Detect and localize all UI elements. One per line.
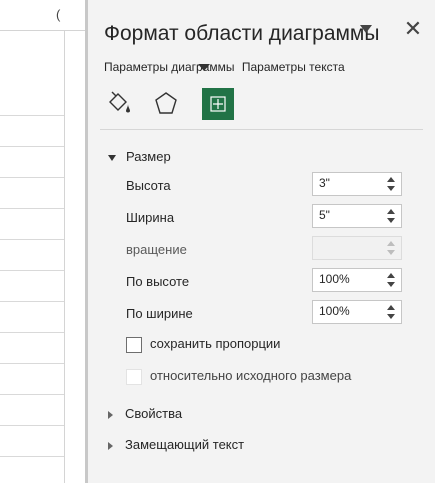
grid-row-line xyxy=(0,394,64,395)
relative-to-original-checkbox: относительно исходного размера xyxy=(126,368,351,385)
grid-row-line xyxy=(0,332,64,333)
scale-width-value: 100% xyxy=(319,304,350,318)
close-icon[interactable]: ✕ xyxy=(403,18,423,40)
lock-aspect-ratio-checkbox[interactable]: сохранить пропорции xyxy=(126,336,280,353)
width-label: Ширина xyxy=(126,210,175,225)
checkbox-box xyxy=(126,368,142,385)
collapse-icon xyxy=(108,154,116,161)
grid-row-line xyxy=(0,115,64,116)
grid-row-line xyxy=(0,456,64,457)
grid-row-line xyxy=(0,363,64,364)
checkbox-label: относительно исходного размера xyxy=(150,368,352,383)
spin-up-icon[interactable] xyxy=(387,305,395,310)
scale-height-spinner[interactable]: 100% xyxy=(312,268,402,292)
sheet-corner xyxy=(0,0,59,31)
worksheet-area[interactable]: ( xyxy=(0,0,88,483)
spin-down-icon[interactable] xyxy=(387,218,395,223)
grid-row-line xyxy=(0,239,64,240)
fill-line-icon[interactable] xyxy=(104,88,136,120)
expand-icon xyxy=(108,441,113,450)
alt-text-section-header[interactable]: Замещающий текст xyxy=(108,437,244,452)
scale-width-label: По ширине xyxy=(126,306,193,321)
section-divider xyxy=(100,129,423,130)
section-label: Свойства xyxy=(125,406,183,421)
grid-vline xyxy=(64,30,65,483)
tab-label: Параметры текста xyxy=(241,60,345,74)
scale-width-spinner[interactable]: 100% xyxy=(312,300,402,324)
pane-options-icon[interactable] xyxy=(359,24,373,34)
tab-text-options[interactable]: Параметры текста xyxy=(242,60,345,74)
grid-row-line xyxy=(0,146,64,147)
chevron-down-icon[interactable] xyxy=(198,64,210,71)
spin-down-icon[interactable] xyxy=(387,314,395,319)
size-properties-icon[interactable] xyxy=(202,88,234,120)
spin-up-icon[interactable] xyxy=(387,273,395,278)
spin-down-icon[interactable] xyxy=(387,186,395,191)
section-label: Размер xyxy=(126,149,171,164)
grid-row-line xyxy=(0,270,64,271)
spin-down-icon xyxy=(387,250,395,255)
column-paren: ( xyxy=(56,7,61,22)
spin-down-icon[interactable] xyxy=(387,282,395,287)
scale-height-label: По высоте xyxy=(126,274,190,289)
properties-section-header[interactable]: Свойства xyxy=(108,406,182,421)
format-chart-area-pane: Формат области диаграммы ✕ Параметры диа… xyxy=(88,0,435,483)
spin-up-icon xyxy=(387,241,395,246)
height-spinner[interactable]: 3" xyxy=(312,172,402,196)
tab-chart-options[interactable]: Параметры диаграммы xyxy=(104,60,235,74)
spin-up-icon[interactable] xyxy=(387,177,395,182)
tab-label: Параметры диаграммы xyxy=(104,60,235,74)
grid-row-line xyxy=(0,208,64,209)
size-section-header[interactable]: Размер xyxy=(108,149,171,164)
height-label: Высота xyxy=(126,178,171,193)
scale-height-value: 100% xyxy=(319,272,350,286)
expand-icon xyxy=(108,410,113,419)
grid-row-line xyxy=(0,425,64,426)
rotation-label: вращение xyxy=(126,242,187,257)
grid-row-line xyxy=(0,301,64,302)
pane-tabs: Параметры диаграммы Параметры текста xyxy=(104,60,349,74)
width-spinner[interactable]: 5" xyxy=(312,204,402,228)
checkbox-box[interactable] xyxy=(126,336,142,353)
effects-icon[interactable] xyxy=(150,88,182,120)
checkbox-label: сохранить пропорции xyxy=(150,336,281,351)
height-value: 3" xyxy=(319,176,330,190)
section-label: Замещающий текст xyxy=(125,437,245,452)
spin-up-icon[interactable] xyxy=(387,209,395,214)
column-header[interactable]: ( xyxy=(56,0,88,31)
rotation-spinner xyxy=(312,236,402,260)
pane-title: Формат области диаграммы xyxy=(104,22,380,45)
grid-row-line xyxy=(0,177,64,178)
width-value: 5" xyxy=(319,208,330,222)
